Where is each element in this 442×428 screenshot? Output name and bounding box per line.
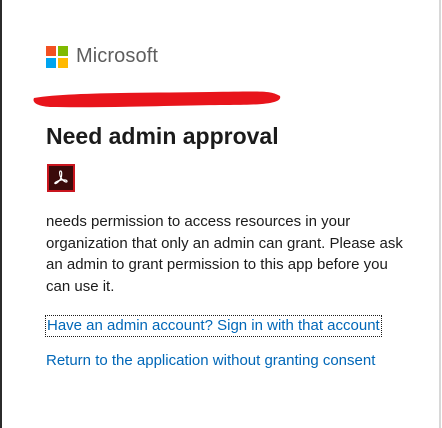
window-left-border (0, 0, 2, 428)
microsoft-logo: Microsoft (46, 45, 158, 68)
acrobat-icon (47, 164, 75, 192)
acrobat-glyph (54, 170, 68, 185)
logo-square-red (46, 45, 56, 56)
brand-name: Microsoft (76, 45, 159, 67)
return-without-consent-link[interactable]: Return to the application without granti… (46, 352, 375, 370)
logo-square-green (58, 45, 68, 56)
admin-signin-link[interactable]: Have an admin account? Sign in with that… (45, 315, 382, 337)
logo-square-blue (46, 57, 56, 68)
page-title: Need admin approval (46, 123, 279, 149)
microsoft-logo-icon (46, 45, 68, 68)
window-right-border (439, 0, 441, 428)
redaction-mark (33, 91, 281, 108)
logo-square-yellow (58, 57, 68, 68)
permission-description: needs permission to access resources in … (46, 213, 403, 295)
